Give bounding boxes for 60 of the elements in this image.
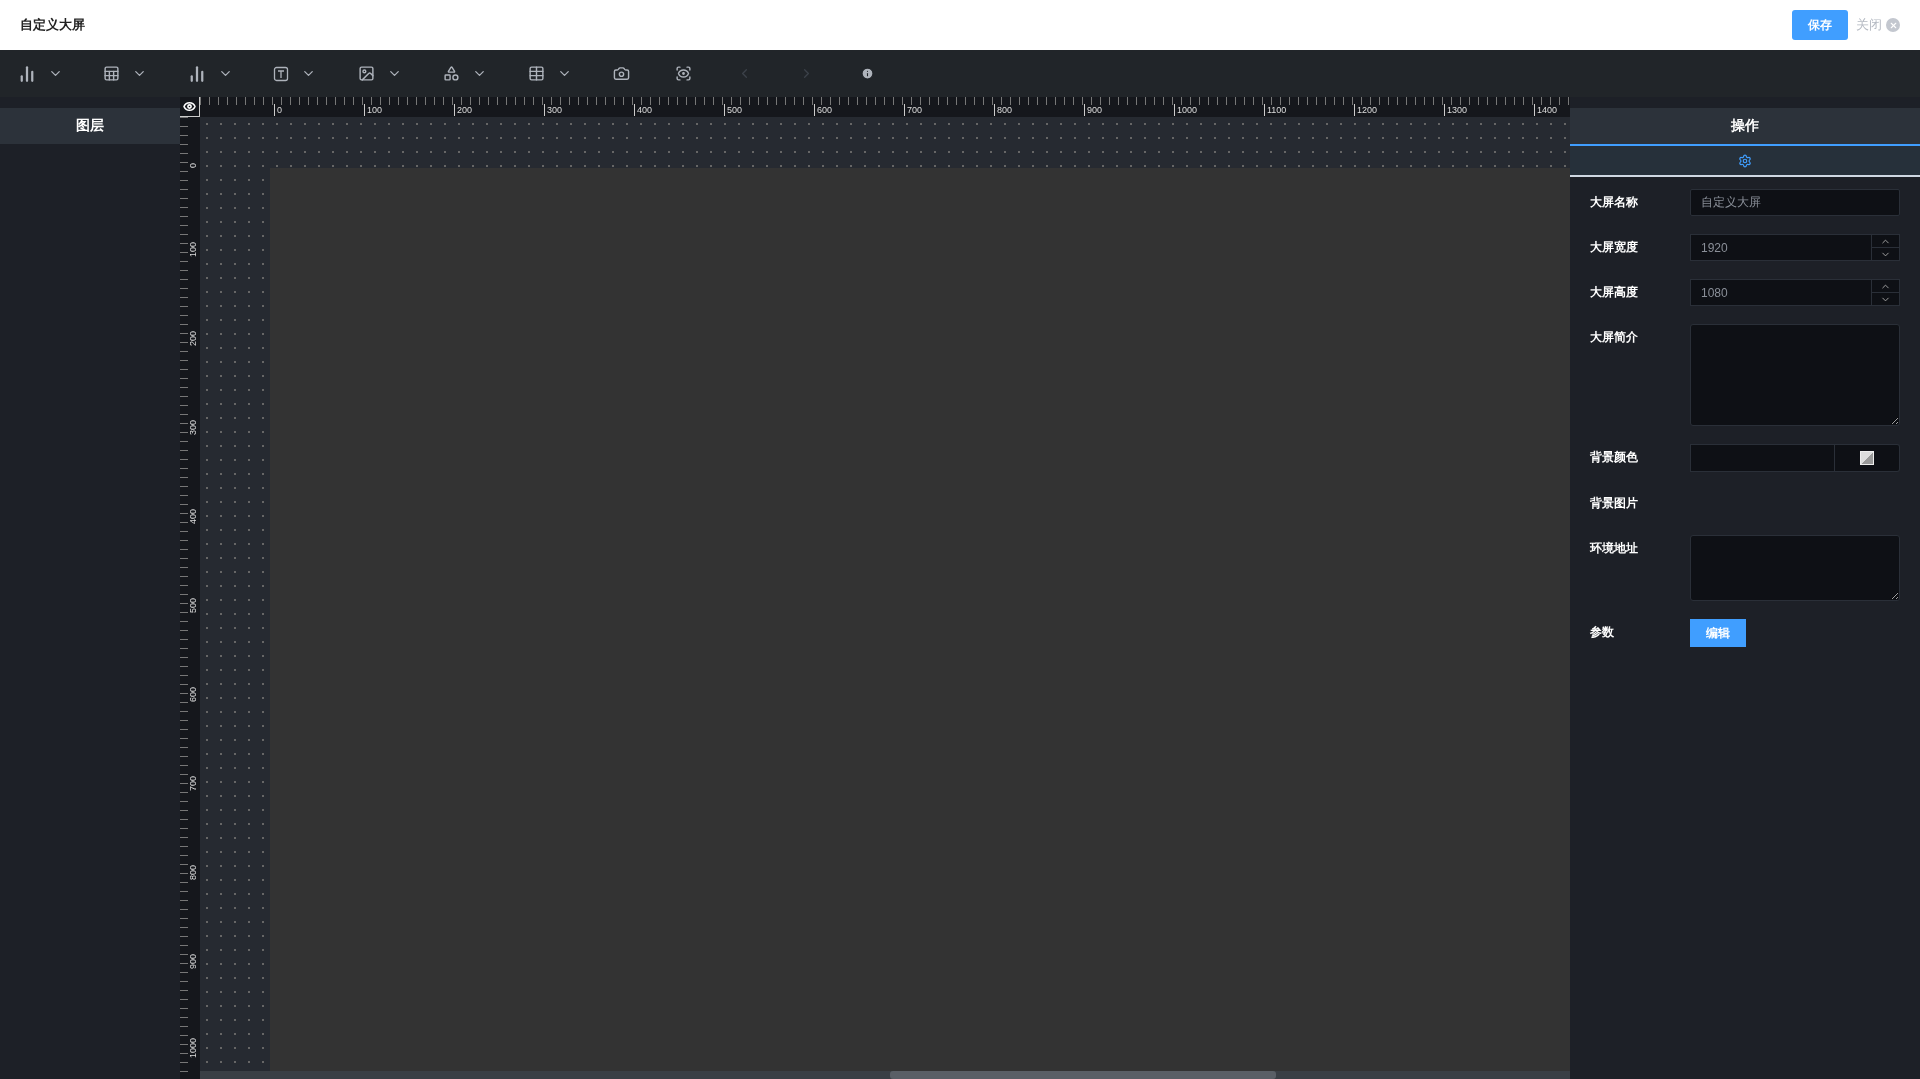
ruler-label: 200 [454, 104, 473, 116]
ruler-label: 1200 [1354, 104, 1378, 116]
ruler-label: 1100 [1264, 104, 1287, 116]
camera-icon [613, 65, 630, 82]
ruler-label: 400 [634, 104, 653, 116]
shapes-icon [443, 65, 460, 82]
name-field[interactable]: 自定义大屏 [1690, 189, 1900, 216]
ruler-label: 1000 [188, 1037, 198, 1058]
field-label: 参数 [1590, 624, 1615, 641]
field-label: 背景颜色 [1590, 449, 1639, 466]
ruler-label: 900 [188, 953, 198, 969]
color-swatch-icon [1860, 451, 1874, 465]
color-picker-button[interactable] [1835, 444, 1900, 472]
info-icon [861, 67, 874, 80]
ruler-label: 200 [188, 330, 198, 346]
layers-panel-title: 图层 [0, 108, 180, 144]
ruler-label: 100 [188, 241, 198, 257]
settings-tab[interactable] [1738, 153, 1752, 168]
settings-panel-title: 操作 [1570, 108, 1920, 144]
description-field[interactable] [1690, 324, 1900, 426]
scrollbar-thumb[interactable] [890, 1071, 1276, 1079]
ruler-label: 0 [188, 163, 198, 168]
image-icon [358, 65, 375, 82]
ruler-label: 900 [1084, 104, 1103, 116]
field-label: 环境地址 [1590, 540, 1639, 557]
color-field[interactable] [1690, 444, 1835, 472]
ruler-label: 500 [724, 104, 743, 116]
ruler-label: 500 [188, 597, 198, 613]
ruler-label: 800 [994, 104, 1013, 116]
scrollbar[interactable] [200, 1071, 1570, 1079]
bar-chart-icon [18, 64, 36, 83]
ruler-label: 700 [904, 104, 923, 116]
bar-chart-icon [188, 64, 206, 83]
ruler-label: 1400 [1534, 104, 1558, 116]
table-icon [103, 65, 120, 82]
ruler-label: 300 [544, 104, 563, 116]
scan-eye-icon [675, 65, 692, 82]
text-icon [273, 65, 289, 82]
grid-icon [528, 65, 545, 82]
field-label: 背景图片 [1590, 495, 1639, 512]
ruler-label: 100 [364, 104, 383, 116]
ruler-label: 300 [188, 419, 198, 435]
ruler-label: 600 [188, 686, 198, 702]
number-field[interactable]: 1920 [1690, 234, 1872, 261]
ruler-label: 1000 [1174, 104, 1198, 116]
settings-icon [1738, 153, 1752, 168]
ruler-label: 600 [814, 104, 833, 116]
ruler-label: 800 [188, 864, 198, 880]
field-label: 大屏宽度 [1590, 239, 1639, 256]
field-label: 大屏简介 [1590, 329, 1639, 346]
ruler-label: 1300 [1444, 104, 1468, 116]
page-title: 自定义大屏 [20, 16, 85, 34]
number-field[interactable]: 1080 [1690, 279, 1872, 306]
ruler-label: 400 [188, 508, 198, 524]
field-label: 大屏高度 [1590, 284, 1639, 301]
ruler-label: 700 [188, 775, 198, 791]
field-label: 大屏名称 [1590, 194, 1639, 211]
ruler-label: 0 [274, 104, 282, 116]
eye-icon[interactable] [183, 100, 196, 113]
address-field[interactable] [1690, 535, 1900, 601]
